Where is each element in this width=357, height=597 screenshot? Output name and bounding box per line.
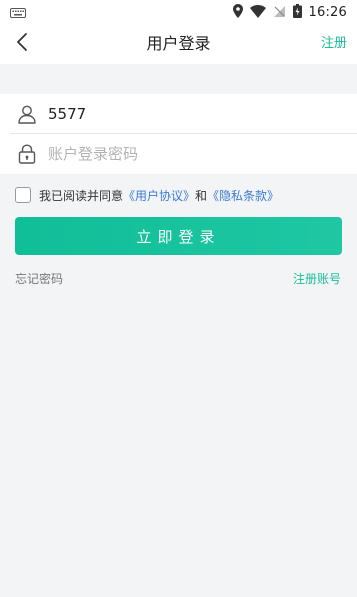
register-account-link[interactable]: 注册账号 [293,270,341,287]
user-icon [14,101,40,127]
back-button[interactable] [8,30,36,58]
wifi-icon [249,3,266,22]
location-icon [232,3,243,22]
username-input[interactable] [48,98,318,129]
forgot-password-link[interactable]: 忘记密码 [15,270,63,287]
login-screen: 16:26 用户登录 注册 5577 我已阅读并同意 《用户协议》 和 《隐私条… [0,0,357,597]
no-sim-icon [273,3,286,22]
chevron-left-icon [16,32,28,56]
password-input[interactable] [48,139,318,169]
lock-icon [14,141,40,167]
battery-icon [292,3,302,22]
agreement-checkbox[interactable] [15,187,31,203]
register-button[interactable]: 注册 [321,24,347,64]
privacy-policy-link[interactable]: 《隐私条款》 [207,187,279,204]
login-button[interactable]: 立即登录 [15,217,342,255]
status-time: 16:26 [308,4,347,20]
password-field [10,134,357,174]
user-agreement-link[interactable]: 《用户协议》 [123,187,195,204]
agreement-prefix: 我已阅读并同意 [39,188,124,203]
nav-bar: 用户登录 注册 [0,24,357,64]
login-form [0,94,357,174]
status-bar: 16:26 [0,0,357,24]
keyboard-icon [10,3,26,22]
username-field [10,94,357,134]
page-title: 用户登录 [146,34,211,53]
agreement-row: 我已阅读并同意 《用户协议》 和 《隐私条款》 [15,185,279,205]
agreement-conjunction: 和 [195,188,208,203]
